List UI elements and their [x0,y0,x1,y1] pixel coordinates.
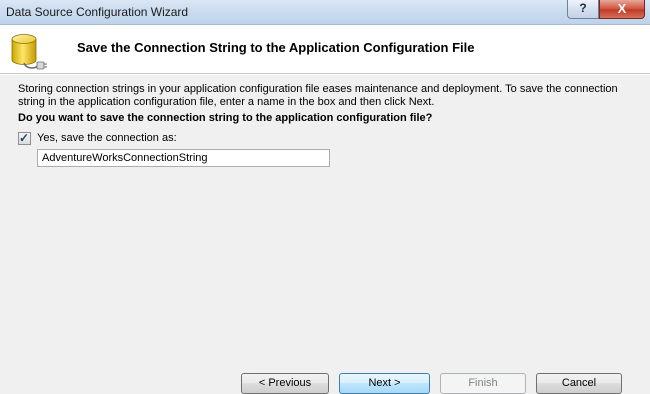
save-connection-checkbox[interactable]: ✓ [18,130,31,145]
title-bar[interactable]: Data Source Configuration Wizard ? X [0,0,650,25]
finish-button: Finish [440,373,526,394]
database-connection-icon [11,34,47,70]
wizard-header: Save the Connection String to the Applic… [0,25,650,73]
checkmark-icon: ✓ [19,130,30,145]
wizard-content: Storing connection strings in your appli… [0,75,650,394]
help-button[interactable]: ? [567,0,599,19]
save-connection-label[interactable]: Yes, save the connection as: [37,132,177,144]
save-question: Do you want to save the connection strin… [18,112,433,124]
window-title: Data Source Configuration Wizard [6,5,189,19]
page-heading: Save the Connection String to the Applic… [77,40,475,55]
next-button[interactable]: Next > [339,373,430,394]
connection-name-input[interactable] [37,149,330,167]
previous-button[interactable]: < Previous [241,373,329,394]
close-button[interactable]: X [599,0,645,19]
description-text: Storing connection strings in your appli… [18,83,618,108]
wizard-window: Data Source Configuration Wizard ? X Sav… [0,0,650,394]
save-connection-option[interactable]: ✓ Yes, save the connection as: [18,131,177,145]
cancel-button[interactable]: Cancel [536,373,622,394]
